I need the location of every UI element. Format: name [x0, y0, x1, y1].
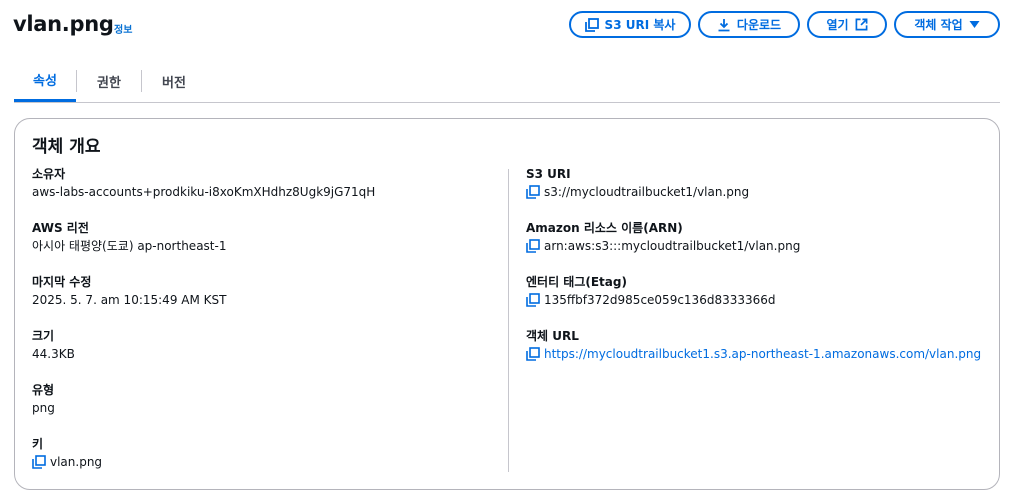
- copy-icon[interactable]: [526, 293, 540, 307]
- field-label: 엔터티 태그(Etag): [526, 275, 627, 289]
- copy-icon: [584, 17, 599, 32]
- tab-properties[interactable]: 속성: [14, 60, 76, 102]
- field-label: 객체 URL: [526, 329, 579, 343]
- field-value: s3://mycloudtrailbucket1/vlan.png: [544, 185, 750, 199]
- download-icon: [718, 18, 730, 31]
- copy-icon[interactable]: [526, 239, 540, 253]
- type-field: 유형 png: [32, 382, 55, 416]
- field-label: 크기: [32, 329, 55, 343]
- object-actions-label: 객체 작업: [914, 18, 963, 32]
- object-actions-button[interactable]: 객체 작업: [894, 11, 1000, 38]
- field-value: 아시아 태평양(도쿄) ap-northeast-1: [32, 239, 227, 253]
- field-label: Amazon 리소스 이름(ARN): [526, 221, 683, 235]
- panel-title: 객체 개요: [32, 137, 101, 157]
- region-field: AWS 리전 아시아 태평양(도쿄) ap-northeast-1: [32, 220, 226, 254]
- copy-icon[interactable]: [526, 185, 540, 199]
- field-label: 키: [32, 437, 44, 451]
- copy-icon[interactable]: [526, 347, 540, 361]
- download-button[interactable]: 다운로드: [698, 11, 800, 38]
- field-label: 유형: [32, 383, 55, 397]
- size-field: 크기 44.3KB: [32, 328, 75, 362]
- page-title: vlan.png: [13, 12, 114, 36]
- tab-permissions[interactable]: 권한: [77, 60, 141, 102]
- open-label: 열기: [826, 18, 849, 32]
- object-url-field: 객체 URL https://mycloudtrailbucket1.s3.ap…: [526, 328, 981, 362]
- field-value: png: [32, 401, 55, 415]
- etag-field: 엔터티 태그(Etag) 135ffbf372d985ce059c136d833…: [526, 274, 776, 308]
- s3-uri-field: S3 URI s3://mycloudtrailbucket1/vlan.png: [526, 166, 749, 200]
- field-value: 135ffbf372d985ce059c136d8333366d: [544, 293, 776, 307]
- object-overview-panel: 객체 개요 소유자 aws-labs-accounts+prodkiku-i8x…: [14, 118, 1000, 490]
- open-button[interactable]: 열기: [807, 11, 887, 38]
- caret-down-icon: [969, 21, 980, 28]
- copy-s3-uri-button[interactable]: S3 URI 복사: [569, 11, 691, 38]
- copy-icon[interactable]: [32, 455, 46, 469]
- field-value: vlan.png: [50, 455, 103, 469]
- field-value: arn:aws:s3:::mycloudtrailbucket1/vlan.pn…: [544, 239, 801, 253]
- tab-bar: 속성 권한 버전: [14, 60, 1000, 103]
- info-link[interactable]: 정보: [114, 21, 132, 36]
- download-label: 다운로드: [736, 18, 782, 32]
- field-value: aws-labs-accounts+prodkiku-i8xoKmXHdhz8U…: [32, 185, 376, 199]
- field-label: S3 URI: [526, 167, 571, 181]
- arn-field: Amazon 리소스 이름(ARN) arn:aws:s3:::mycloudt…: [526, 220, 800, 254]
- copy-s3-uri-label: S3 URI 복사: [604, 18, 676, 32]
- field-label: AWS 리전: [32, 221, 89, 235]
- external-link-icon: [855, 18, 867, 31]
- field-label: 마지막 수정: [32, 275, 92, 289]
- tab-versions[interactable]: 버전: [142, 60, 206, 102]
- column-divider: [508, 169, 509, 472]
- field-label: 소유자: [32, 167, 66, 181]
- last-modified-field: 마지막 수정 2025. 5. 7. am 10:15:49 AM KST: [32, 274, 226, 308]
- object-url-link[interactable]: https://mycloudtrailbucket1.s3.ap-northe…: [544, 346, 981, 362]
- key-field: 키 vlan.png: [32, 436, 102, 470]
- owner-field: 소유자 aws-labs-accounts+prodkiku-i8xoKmXHd…: [32, 166, 375, 200]
- field-value: 44.3KB: [32, 347, 75, 361]
- field-value: 2025. 5. 7. am 10:15:49 AM KST: [32, 293, 227, 307]
